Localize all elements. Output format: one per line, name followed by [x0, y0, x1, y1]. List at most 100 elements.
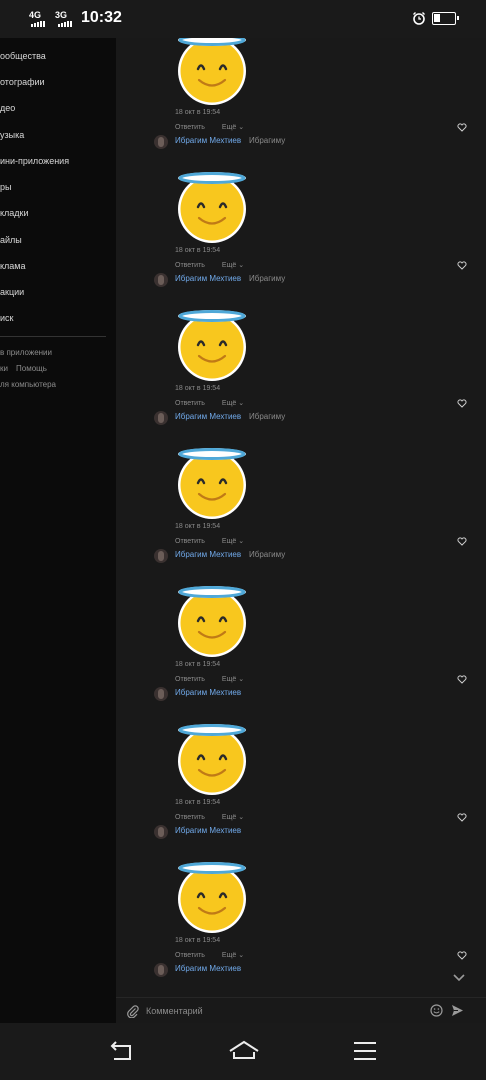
avatar[interactable] [154, 825, 168, 839]
like-heart-icon[interactable] [457, 951, 467, 960]
menu-footer-desktop-link[interactable]: ля компьютера [0, 380, 56, 389]
side-menu: ообщества отографии део узыка ини-прилож… [0, 38, 116, 1023]
author-name[interactable]: Ибрагим Мехтиев [175, 136, 241, 145]
comments-feed[interactable]: 18 окт в 19:54 Ответить Ещё ⌄ Ибрагим Мехтие… [116, 38, 486, 997]
more-button-label: Ещё [221, 952, 237, 959]
home-icon[interactable] [228, 1039, 260, 1063]
menu-item-music[interactable]: узыка [0, 130, 24, 140]
avatar[interactable] [154, 687, 168, 701]
comment-author-row: Ибрагим Мехтиев Ибрагиму [154, 135, 454, 149]
signal-icon [31, 21, 45, 27]
comment-date: 18 окт в 19:54 [175, 385, 221, 392]
menu-item-files[interactable]: айлы [0, 235, 22, 245]
comment-author-row: Ибрагим Мехтиев [154, 687, 454, 701]
more-button[interactable]: Ещё ⌄ [222, 400, 244, 407]
author-name[interactable]: Ибрагим Мехтиев [175, 688, 241, 697]
reply-button[interactable]: Ответить [175, 262, 205, 269]
more-button[interactable]: Ещё ⌄ [222, 262, 244, 269]
comment-author-row: Ибрагим Мехтиев Ибрагиму [154, 549, 454, 563]
more-button[interactable]: Ещё ⌄ [222, 814, 244, 821]
comment-bar [116, 997, 486, 1023]
comment-author-row: Ибрагим Мехтиев Ибрагиму [154, 411, 454, 425]
more-button-label: Ещё [221, 400, 237, 407]
more-button[interactable]: Ещё ⌄ [222, 952, 244, 959]
chevron-down-icon: ⌄ [238, 400, 245, 407]
signal-icon [58, 21, 72, 27]
menu-item-games[interactable]: ры [0, 182, 11, 192]
comment-author-row: Ибрагим Мехтиев [154, 825, 454, 839]
more-button[interactable]: Ещё ⌄ [222, 538, 244, 545]
network-3g-label: 3G [55, 10, 68, 20]
alarm-clock-icon [413, 12, 425, 25]
halo-smiley-sticker [178, 448, 246, 519]
author-name[interactable]: Ибрагим Мехтиев [175, 964, 241, 973]
chevron-down-icon: ⌄ [238, 814, 245, 821]
menu-item-bookmarks[interactable]: кладки [0, 208, 29, 218]
menu-item-communities[interactable]: ообщества [0, 51, 46, 61]
author-name[interactable]: Ибрагим Мехтиев [175, 412, 241, 421]
like-heart-icon[interactable] [457, 537, 467, 546]
back-icon[interactable] [108, 1039, 134, 1063]
menu-footer-link[interactable]: ки [0, 364, 8, 373]
more-button-label: Ещё [221, 538, 237, 545]
comment-date: 18 окт в 19:54 [175, 799, 221, 806]
reply-to-label[interactable]: Ибрагиму [249, 412, 285, 421]
chevron-down-icon: ⌄ [238, 124, 245, 131]
reply-button[interactable]: Ответить [175, 400, 205, 407]
comment-input[interactable] [144, 1000, 428, 1022]
comment-actions: Ответить Ещё ⌄ [175, 675, 261, 683]
comment-actions: Ответить Ещё ⌄ [175, 261, 261, 269]
reply-button[interactable]: Ответить [175, 952, 205, 959]
avatar[interactable] [154, 135, 168, 149]
paperclip-icon[interactable] [126, 1004, 139, 1018]
chevron-down-icon[interactable] [452, 973, 466, 983]
menu-icon[interactable] [352, 1039, 378, 1063]
like-heart-icon[interactable] [457, 123, 467, 132]
like-heart-icon[interactable] [457, 399, 467, 408]
battery-low-icon [432, 12, 459, 25]
avatar[interactable] [154, 273, 168, 287]
chevron-down-icon: ⌄ [238, 952, 245, 959]
comment-date: 18 окт в 19:54 [175, 109, 221, 116]
menu-item-photos[interactable]: отографии [0, 77, 45, 87]
avatar[interactable] [154, 411, 168, 425]
more-button-label: Ещё [221, 676, 237, 683]
author-name[interactable]: Ибрагим Мехтиев [175, 274, 241, 283]
comment-date: 18 окт в 19:54 [175, 247, 221, 254]
menu-footer-app-link[interactable]: в приложении [0, 348, 52, 357]
author-name[interactable]: Ибрагим Мехтиев [175, 826, 241, 835]
comment-actions: Ответить Ещё ⌄ [175, 951, 261, 959]
author-name[interactable]: Ибрагим Мехтиев [175, 550, 241, 559]
menu-item-search[interactable]: иск [0, 313, 13, 323]
halo-smiley-sticker [178, 38, 246, 105]
more-button-label: Ещё [221, 262, 237, 269]
reply-button[interactable]: Ответить [175, 124, 205, 131]
reply-button[interactable]: Ответить [175, 538, 205, 545]
comment-date: 18 окт в 19:54 [175, 661, 221, 668]
comment-author-row: Ибрагим Мехтиев [154, 963, 454, 977]
avatar[interactable] [154, 549, 168, 563]
like-heart-icon[interactable] [457, 261, 467, 270]
reply-to-label[interactable]: Ибрагиму [249, 274, 285, 283]
reply-button[interactable]: Ответить [175, 814, 205, 821]
comment-author-row: Ибрагим Мехтиев Ибрагиму [154, 273, 454, 287]
reply-to-label[interactable]: Ибрагиму [249, 550, 285, 559]
halo-smiley-sticker [178, 862, 246, 933]
like-heart-icon[interactable] [457, 675, 467, 684]
menu-item-ads[interactable]: клама [0, 261, 26, 271]
more-button[interactable]: Ещё ⌄ [222, 676, 244, 683]
like-heart-icon[interactable] [457, 813, 467, 822]
menu-item-video[interactable]: део [0, 103, 15, 113]
reply-to-label[interactable]: Ибрагиму [249, 136, 285, 145]
smile-icon[interactable] [430, 1004, 443, 1017]
menu-item-promotions[interactable]: акции [0, 287, 24, 297]
reply-button[interactable]: Ответить [175, 676, 205, 683]
menu-footer-help-link[interactable]: Помощь [16, 364, 47, 373]
avatar[interactable] [154, 963, 168, 977]
network-4g-label: 4G [29, 10, 42, 20]
chevron-down-icon: ⌄ [238, 538, 245, 545]
more-button[interactable]: Ещё ⌄ [222, 124, 244, 131]
comment-actions: Ответить Ещё ⌄ [175, 123, 261, 131]
send-icon[interactable] [451, 1004, 464, 1017]
menu-item-mini-apps[interactable]: ини-приложения [0, 156, 69, 166]
